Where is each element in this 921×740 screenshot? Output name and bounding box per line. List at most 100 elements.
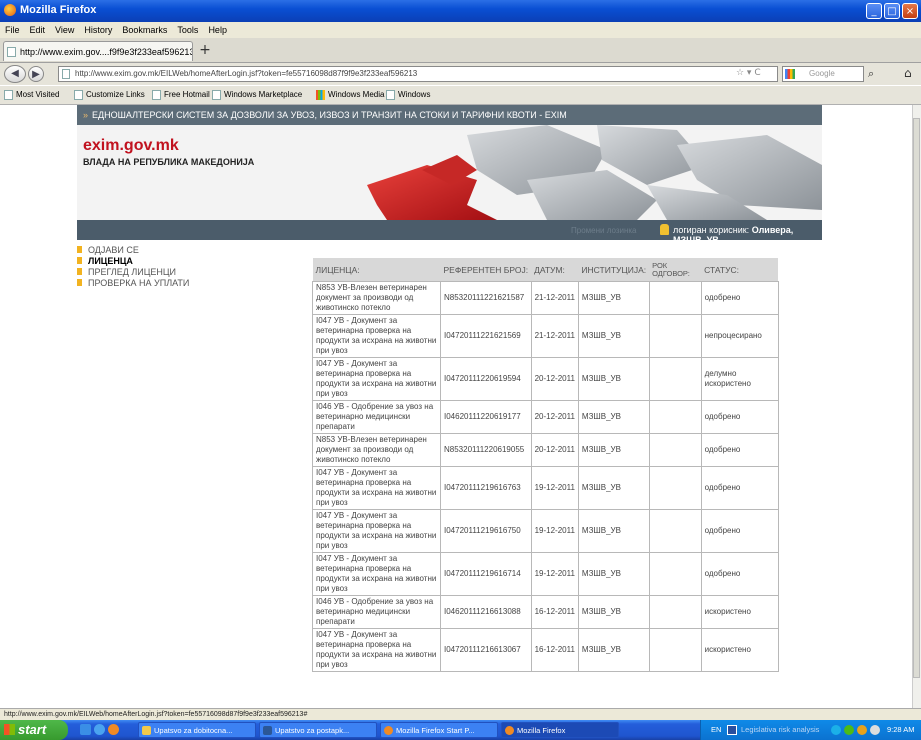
tab-bar: http://www.exim.gov....f9f9e3f233eaf5962… [0, 38, 921, 63]
star-glyph: ☆ ▾ [736, 68, 752, 78]
licence-cell[interactable]: N853 УВ-Влезен ветеринарен документ за п… [312, 281, 441, 315]
bookmark-label: Windows [398, 90, 431, 100]
institution-cell: МЗШВ_УВ [577, 433, 650, 467]
licences-table-body: N853 УВ-Влезен ветеринарен документ за п… [312, 281, 779, 672]
deadline-cell [648, 628, 702, 672]
table-row[interactable]: I047 УВ - Документ за ветеринарна провер… [312, 357, 779, 401]
status-cell: искористено [700, 595, 779, 629]
task-firefox-start-page[interactable]: Mozilla Firefox Start P... [380, 722, 498, 738]
minimize-button[interactable]: _ [866, 3, 882, 19]
licence-cell[interactable]: I047 УВ - Документ за ветеринарна провер… [312, 552, 441, 596]
menu-bar: File Edit View History Bookmarks Tools Help [0, 22, 921, 38]
menu-view[interactable]: View [50, 22, 79, 35]
new-tab-button[interactable]: + [197, 43, 213, 59]
word-icon [263, 726, 272, 735]
menu-tools[interactable]: Tools [172, 22, 203, 35]
menu-help[interactable]: Help [203, 22, 232, 35]
network-icon[interactable] [831, 725, 841, 735]
table-row[interactable]: N853 УВ-Влезен ветеринарен документ за п… [312, 281, 779, 315]
address-bar[interactable]: http://www.exim.gov.mk/EILWeb/homeAfterL… [58, 66, 778, 82]
reload-icon[interactable]: C [754, 68, 760, 78]
menu-item-payment-check[interactable]: ПРОВЕРКА НА УПЛАТИ [77, 278, 277, 289]
table-row[interactable]: I047 УВ - Документ за ветеринарна провер… [312, 552, 779, 596]
site-logo-subtitle: ВЛАДА НА РЕПУБЛИКА МАКЕДОНИЈА [83, 157, 255, 167]
bookmark-windows-media[interactable]: Windows Media [316, 90, 384, 100]
bookmark-windows[interactable]: Windows [386, 90, 430, 100]
deadline-cell [648, 433, 702, 467]
bookmark-star-icon[interactable]: ☆ ▾ C [736, 68, 761, 78]
change-password-link[interactable]: Промени лозинка [571, 226, 637, 235]
internet-explorer-icon[interactable] [94, 724, 105, 735]
site-system-title: ЕДНОШАЛТЕРСКИ СИСТЕМ ЗА ДОЗВОЛИ ЗА УВОЗ,… [92, 110, 567, 120]
task-label: Upatstvo za postapk... [275, 726, 350, 735]
reference-cell: N85320111220619055 [440, 433, 532, 467]
table-row[interactable]: I047 УВ - Документ за ветеринарна провер… [312, 466, 779, 510]
institution-cell: МЗШВ_УВ [577, 595, 650, 629]
status-cell: одобрено [700, 400, 779, 434]
menu-bookmarks[interactable]: Bookmarks [117, 22, 172, 35]
licence-cell[interactable]: I047 УВ - Документ за ветеринарна провер… [312, 466, 441, 510]
licence-cell[interactable]: I047 УВ - Документ за ветеринарна провер… [312, 357, 441, 401]
licence-cell[interactable]: I046 УВ - Одобрение за увоз на ветеринар… [312, 595, 441, 629]
table-row[interactable]: I047 УВ - Документ за ветеринарна провер… [312, 509, 779, 553]
menu-item-licence-overview[interactable]: ПРЕГЛЕД ЛИЦЕНЦИ [77, 267, 277, 278]
licence-cell[interactable]: I047 УВ - Документ за ветеринарна провер… [312, 509, 441, 553]
task-mozilla-firefox[interactable]: Mozilla Firefox [501, 722, 619, 738]
table-row[interactable]: I046 УВ - Одобрение за увоз на ветеринар… [312, 595, 779, 629]
reference-cell: I04620111220619177 [440, 400, 532, 434]
licence-cell[interactable]: I047 УВ - Документ за ветеринарна провер… [312, 314, 441, 358]
site-top-strip: » ЕДНОШАЛТЕРСКИ СИСТЕМ ЗА ДОЗВОЛИ ЗА УВОЗ… [77, 105, 822, 125]
tray-notification-text[interactable]: Legislativa risk analysis [741, 720, 819, 740]
search-input[interactable]: Google [782, 66, 864, 82]
help-icon[interactable] [727, 725, 737, 735]
table-row[interactable]: I047 УВ - Документ за ветеринарна провер… [312, 314, 779, 358]
firefox-icon [4, 4, 16, 16]
bookmark-most-visited[interactable]: Most Visited [4, 90, 59, 100]
maximize-button[interactable]: □ [884, 3, 900, 19]
close-button[interactable]: × [902, 3, 918, 19]
date-cell: 21-12-2011 [530, 314, 579, 358]
menu-file[interactable]: File [0, 22, 25, 35]
date-cell: 20-12-2011 [530, 433, 579, 467]
forward-button[interactable]: ▶ [28, 66, 44, 82]
antivirus-icon[interactable] [844, 725, 854, 735]
table-row[interactable]: I047 УВ - Документ за ветеринарна провер… [312, 628, 779, 672]
scrollbar-thumb[interactable] [913, 118, 920, 678]
menu-item-label: ЛИЦЕНЦА [88, 256, 133, 266]
status-cell: одобрено [700, 281, 779, 315]
task-upatstvo-postapk[interactable]: Upatstvo za postapk... [259, 722, 377, 738]
licence-cell[interactable]: I046 УВ - Одобрение за увоз на ветеринар… [312, 400, 441, 434]
browser-tab[interactable]: http://www.exim.gov....f9f9e3f233eaf5962… [3, 41, 193, 61]
home-icon[interactable]: ⌂ [904, 66, 912, 80]
licence-cell[interactable]: N853 УВ-Влезен ветеринарен документ за п… [312, 433, 441, 467]
col-status: СТАТУС: [701, 258, 779, 282]
deadline-cell [648, 314, 702, 358]
bookmarks-bar: Most Visited Customize Links Free Hotmai… [0, 86, 921, 105]
licence-cell[interactable]: I047 УВ - Документ за ветеринарна провер… [312, 628, 441, 672]
menu-item-licence[interactable]: ЛИЦЕНЦА [77, 256, 277, 267]
menu-item-logout[interactable]: ОДЈАВИ СЕ [77, 245, 277, 256]
firefox-quicklaunch-icon[interactable] [108, 724, 119, 735]
bookmark-windows-marketplace[interactable]: Windows Marketplace [212, 90, 302, 100]
language-indicator[interactable]: EN [711, 720, 721, 740]
start-button[interactable]: start [0, 720, 68, 740]
firefox-icon [505, 726, 514, 735]
forward-arrow-icon: ▶ [32, 69, 40, 80]
search-icon[interactable]: ⌕ [868, 67, 874, 81]
date-cell: 16-12-2011 [530, 595, 579, 629]
update-icon[interactable] [857, 725, 867, 735]
tab-label: http://www.exim.gov....f9f9e3f233eaf5962… [20, 47, 193, 57]
table-row[interactable]: I046 УВ - Одобрение за увоз на ветеринар… [312, 400, 779, 434]
show-desktop-icon[interactable] [80, 724, 91, 735]
menu-history[interactable]: History [79, 22, 117, 35]
volume-icon[interactable] [870, 725, 880, 735]
table-row[interactable]: N853 УВ-Влезен ветеринарен документ за п… [312, 433, 779, 467]
menu-edit[interactable]: Edit [25, 22, 51, 35]
back-button[interactable]: ◀ [4, 65, 26, 83]
task-upatsvo-dobitocna[interactable]: Upatsvo za dobitocna... [138, 722, 256, 738]
site-banner: » ЕДНОШАЛТЕРСКИ СИСТЕМ ЗА ДОЗВОЛИ ЗА УВОЗ… [77, 105, 822, 220]
reference-cell: N85320111221621587 [440, 281, 532, 315]
bookmark-free-hotmail[interactable]: Free Hotmail [152, 90, 210, 100]
site-logo[interactable]: exim.gov.mk [83, 137, 179, 155]
bookmark-customize-links[interactable]: Customize Links [74, 90, 145, 100]
